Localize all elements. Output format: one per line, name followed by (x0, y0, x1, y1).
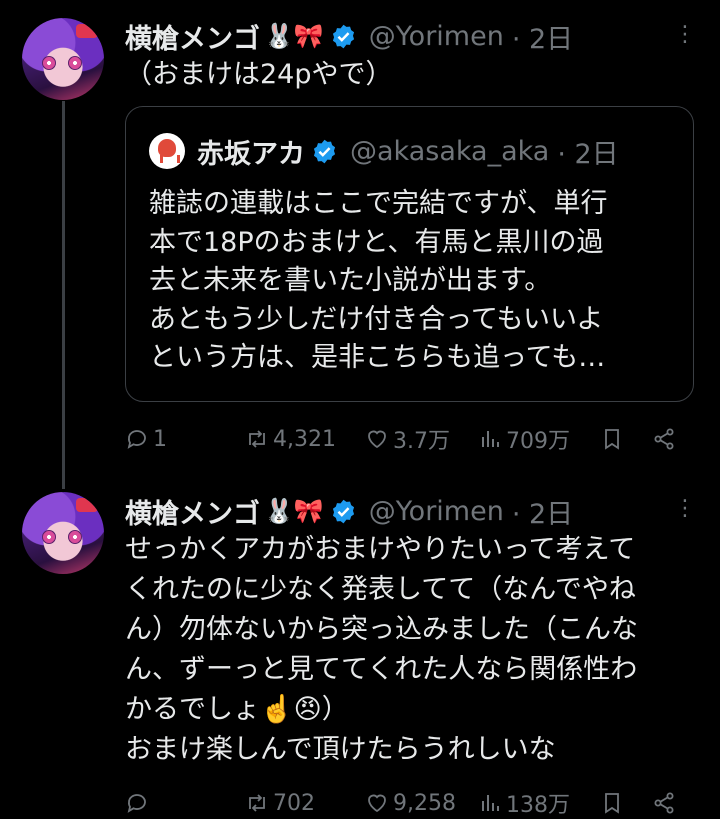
retweet-icon (249, 430, 265, 448)
reply-button[interactable]: 1 (125, 424, 167, 454)
views-count: 709万 (506, 429, 570, 454)
quoted-tweet[interactable]: 赤坂アカ @akasaka_aka · 2日 雑誌の連載はここで完結ですが、単行… (125, 106, 694, 402)
handle[interactable]: @Yorimen (369, 21, 504, 52)
like-count: 3.7万 (393, 429, 450, 454)
like-count: 9,258 (393, 790, 456, 816)
tweet-2[interactable]: 横槍メンゴ 🐰🎀 @Yorimen · 2日 ⋮ せっかくアカがおまけやりたいっ… (0, 480, 720, 819)
tweet-1[interactable]: 横槍メンゴ 🐰🎀 @Yorimen · 2日 ⋮ （おまけは24pやで） 赤坂ア… (0, 0, 720, 489)
heart-icon (368, 794, 386, 813)
quote-avatar (149, 133, 185, 169)
views-button[interactable]: 709万 (478, 424, 570, 454)
retweet-icon (249, 794, 265, 812)
share-icon (654, 792, 674, 814)
views-icon (482, 431, 499, 447)
verified-badge-icon (332, 24, 354, 48)
bookmark-icon (605, 429, 619, 450)
more-dots-icon[interactable]: ⋮ (674, 22, 696, 47)
quote-header: 赤坂アカ @akasaka_aka · 2日 (149, 133, 619, 170)
views-icon (482, 795, 499, 811)
name-emojis: 🐰🎀 (264, 22, 324, 50)
like-button[interactable]: 9,258 (365, 788, 456, 818)
avatar-eye (42, 56, 56, 70)
share-button[interactable] (652, 788, 676, 818)
quote-handle: @akasaka_aka (350, 135, 550, 167)
reply-icon (127, 430, 146, 449)
tweet-text: （おまけは24pやで） (125, 59, 393, 90)
bookmark-button[interactable] (600, 424, 624, 454)
avatar-eye (42, 530, 56, 544)
action-bar: 1 4,321 3.7万 709万 (125, 424, 695, 454)
tweet-header: 横槍メンゴ 🐰🎀 @Yorimen · 2日 (125, 492, 573, 531)
retweet-count: 702 (273, 790, 315, 816)
retweet-button[interactable]: 4,321 (245, 424, 336, 454)
reply-icon (127, 794, 146, 813)
verified-badge-icon (332, 499, 354, 523)
share-button[interactable] (652, 424, 676, 454)
timestamp[interactable]: · 2日 (512, 492, 573, 531)
bookmark-button[interactable] (600, 788, 624, 818)
thread-line (62, 101, 65, 489)
avatar[interactable] (22, 492, 104, 574)
views-count: 138万 (506, 793, 570, 818)
tweet-text: せっかくアカがおまけやりたいって考えて くれたのに少なく発表してて（なんでやね … (125, 534, 638, 765)
retweet-count: 4,321 (273, 426, 336, 452)
action-bar: 702 9,258 138万 (125, 788, 695, 818)
avatar-eye (68, 56, 82, 70)
bookmark-icon (605, 793, 619, 814)
handle[interactable]: @Yorimen (369, 496, 504, 527)
views-button[interactable]: 138万 (478, 788, 570, 818)
avatar[interactable] (22, 18, 104, 100)
timestamp[interactable]: · 2日 (512, 17, 573, 56)
display-name[interactable]: 横槍メンゴ (125, 17, 260, 56)
retweet-button[interactable]: 702 (245, 788, 315, 818)
quote-display-name: 赤坂アカ (197, 138, 305, 170)
heart-icon (368, 430, 386, 449)
reply-count: 1 (153, 426, 167, 452)
display-name[interactable]: 横槍メンゴ (125, 492, 260, 531)
avatar-eye (68, 530, 82, 544)
tweet-header: 横槍メンゴ 🐰🎀 @Yorimen · 2日 (125, 17, 573, 56)
avatar-bow (76, 498, 98, 512)
reply-button[interactable] (125, 788, 153, 818)
verified-badge-icon (313, 139, 336, 163)
quote-timestamp: · 2日 (557, 138, 619, 170)
more-dots-icon[interactable]: ⋮ (674, 496, 696, 521)
quote-text: 雑誌の連載はここで完結ですが、単行 本で18Pのおまけと、有馬と黒川の過 去と未… (149, 188, 608, 373)
share-icon (654, 428, 674, 450)
name-emojis: 🐰🎀 (264, 497, 324, 525)
avatar-bow (76, 24, 98, 38)
like-button[interactable]: 3.7万 (365, 424, 450, 454)
